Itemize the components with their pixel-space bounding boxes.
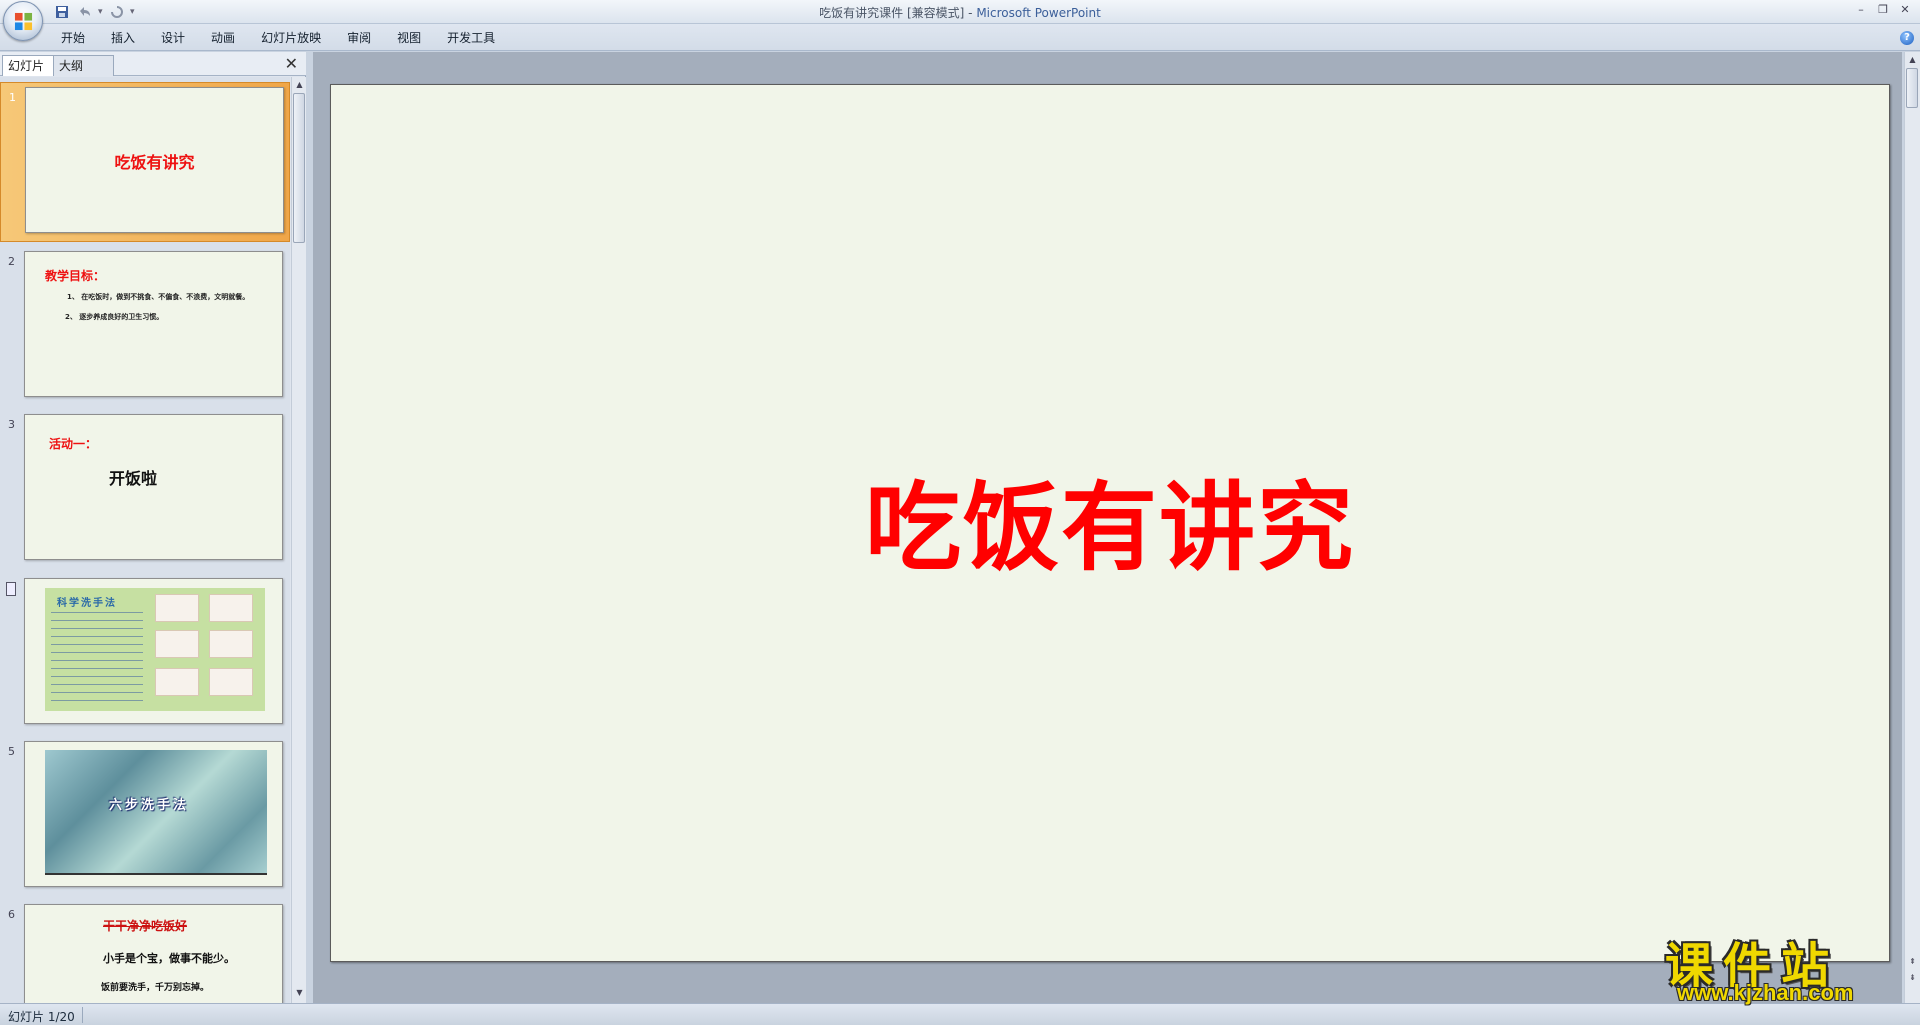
thumb-text-line: 2、 逐步养成良好的卫生习惯。 — [65, 313, 164, 321]
thumbnail-scrollbar[interactable]: ▲ ▼ — [291, 77, 306, 1003]
tab-design[interactable]: 设计 — [148, 30, 198, 46]
previous-slide-icon[interactable]: ⇞ — [1907, 956, 1918, 968]
thumb-title: 活动一： — [49, 437, 98, 451]
thumb-text-line: 饭前要洗手，千万别忘掉。 — [101, 983, 210, 993]
slide-thumbnail[interactable]: 六步洗手法 — [24, 741, 283, 887]
scroll-up-icon[interactable]: ▲ — [294, 79, 305, 91]
thumbnail-row[interactable]: 6 干干净净吃饭好 小手是个宝，做事不能少。 饭前要洗手，千万别忘掉。 — [0, 900, 290, 1003]
current-slide[interactable]: 吃饭有讲究 — [330, 84, 1890, 962]
slide-thumbnail[interactable]: 教学目标： 1、 在吃饭时，做到不挑食、不偏食、不浪费，文明就餐。 2、 逐步养… — [24, 251, 283, 397]
ribbon-tab-bar: 开始 插入 设计 动画 幻灯片放映 审阅 视图 开发工具 ? — [0, 24, 1920, 51]
scroll-down-icon[interactable]: ▼ — [294, 987, 305, 999]
thumb-text-line: 1、 在吃饭时，做到不挑食、不偏食、不浪费，文明就餐。 — [67, 293, 250, 301]
slide-editor: 吃饭有讲究 — [313, 52, 1902, 1003]
slide-number: 5 — [8, 745, 15, 758]
slide-thumbnail[interactable]: 吃饭有讲究 — [25, 87, 284, 233]
minimize-icon[interactable]: – — [1852, 2, 1870, 16]
thumb-video-caption: 六步洗手法 — [109, 798, 190, 813]
slide-number: 6 — [8, 908, 15, 921]
tab-slides[interactable]: 幻灯片 — [2, 55, 54, 76]
tab-view[interactable]: 视图 — [384, 30, 434, 46]
slide-number: 3 — [8, 418, 15, 431]
next-slide-icon[interactable]: ⇟ — [1907, 972, 1918, 984]
slide-number: 1 — [9, 91, 16, 104]
thumb-image-text — [51, 608, 143, 706]
close-icon[interactable]: ✕ — [1896, 2, 1914, 16]
window-title: 吃饭有讲究课件 [兼容模式] - Microsoft PowerPoint — [0, 4, 1920, 21]
thumb-image: 科学洗手法 — [45, 588, 265, 711]
thumbnail-row[interactable]: 1 吃饭有讲究 — [0, 82, 290, 242]
pane-close-icon[interactable]: ✕ — [285, 56, 298, 72]
scroll-thumb[interactable] — [293, 93, 305, 243]
slide-title[interactable]: 吃饭有讲究 — [331, 450, 1889, 589]
scroll-thumb[interactable] — [1906, 68, 1918, 108]
hand-image-icon — [155, 594, 199, 622]
status-divider — [82, 1007, 83, 1023]
thumbnail-row[interactable]: 5 六步洗手法 — [0, 737, 290, 897]
thumb-subtitle: 开饭啦 — [109, 469, 158, 488]
status-bar: 幻灯片 1/20 — [0, 1003, 1920, 1025]
hand-image-icon — [155, 668, 199, 696]
thumbnail-row[interactable]: 2 教学目标： 1、 在吃饭时，做到不挑食、不偏食、不浪费，文明就餐。 2、 逐… — [0, 247, 290, 407]
app-name: Microsoft PowerPoint — [976, 6, 1101, 20]
tab-developer[interactable]: 开发工具 — [434, 30, 508, 46]
tab-slide-show[interactable]: 幻灯片放映 — [248, 30, 334, 46]
watermark-url: www.kjzhan.com — [1677, 980, 1854, 1005]
slide-thumbnail[interactable]: 科学洗手法 — [24, 578, 283, 724]
tab-review[interactable]: 审阅 — [334, 30, 384, 46]
slides-pane: 幻灯片 大纲 ✕ 1 吃饭有讲究 2 教学目标： 1、 在吃饭时，做到不挑食、不… — [0, 52, 306, 1003]
pane-tab-bar: 幻灯片 大纲 ✕ — [0, 52, 306, 76]
tab-insert[interactable]: 插入 — [98, 30, 148, 46]
office-button[interactable] — [3, 1, 43, 41]
restore-icon[interactable]: ❐ — [1874, 2, 1892, 16]
thumbnail-list[interactable]: 1 吃饭有讲究 2 教学目标： 1、 在吃饭时，做到不挑食、不偏食、不浪费，文明… — [0, 77, 290, 1003]
title-bar: ▾ ▾ 吃饭有讲究课件 [兼容模式] - Microsoft PowerPoin… — [0, 0, 1920, 41]
thumbnail-row[interactable]: 3 活动一： 开饭啦 — [0, 410, 290, 570]
document-title: 吃饭有讲究课件 [兼容模式] - — [819, 6, 977, 20]
thumb-title: 干干净净吃饭好 — [103, 919, 188, 933]
thumb-text-line: 小手是个宝，做事不能少。 — [103, 952, 235, 965]
slide-thumbnail[interactable]: 活动一： 开饭啦 — [24, 414, 283, 560]
thumb-title: 教学目标： — [45, 269, 106, 283]
thumb-title: 吃饭有讲究 — [114, 153, 195, 172]
tab-animations[interactable]: 动画 — [198, 30, 248, 46]
thumb-image-heading: 科学洗手法 — [57, 598, 117, 609]
editor-scrollbar[interactable]: ▲ ⇞ ⇟ — [1904, 52, 1920, 1003]
thumb-video-frame: 六步洗手法 — [45, 750, 267, 875]
animation-indicator-icon — [6, 582, 16, 596]
slide-indicator: 幻灯片 1/20 — [8, 1010, 75, 1024]
tab-outline[interactable]: 大纲 — [54, 55, 114, 76]
hand-image-icon — [155, 630, 199, 658]
watermark-logo: 课件站 www.kjzhan.com — [1665, 926, 1900, 1008]
thumbnail-row[interactable]: 4 科学洗手法 — [0, 574, 290, 734]
scroll-up-icon[interactable]: ▲ — [1907, 54, 1918, 66]
hand-image-icon — [209, 668, 253, 696]
window-controls: – ❐ ✕ — [1852, 2, 1914, 16]
slide-number: 2 — [8, 255, 15, 268]
office-logo-icon — [14, 12, 33, 31]
help-icon[interactable]: ? — [1900, 31, 1914, 45]
slide-thumbnail[interactable]: 干干净净吃饭好 小手是个宝，做事不能少。 饭前要洗手，千万别忘掉。 — [24, 904, 283, 1003]
hand-image-icon — [209, 594, 253, 622]
hand-image-icon — [209, 630, 253, 658]
tab-home[interactable]: 开始 — [49, 30, 98, 46]
